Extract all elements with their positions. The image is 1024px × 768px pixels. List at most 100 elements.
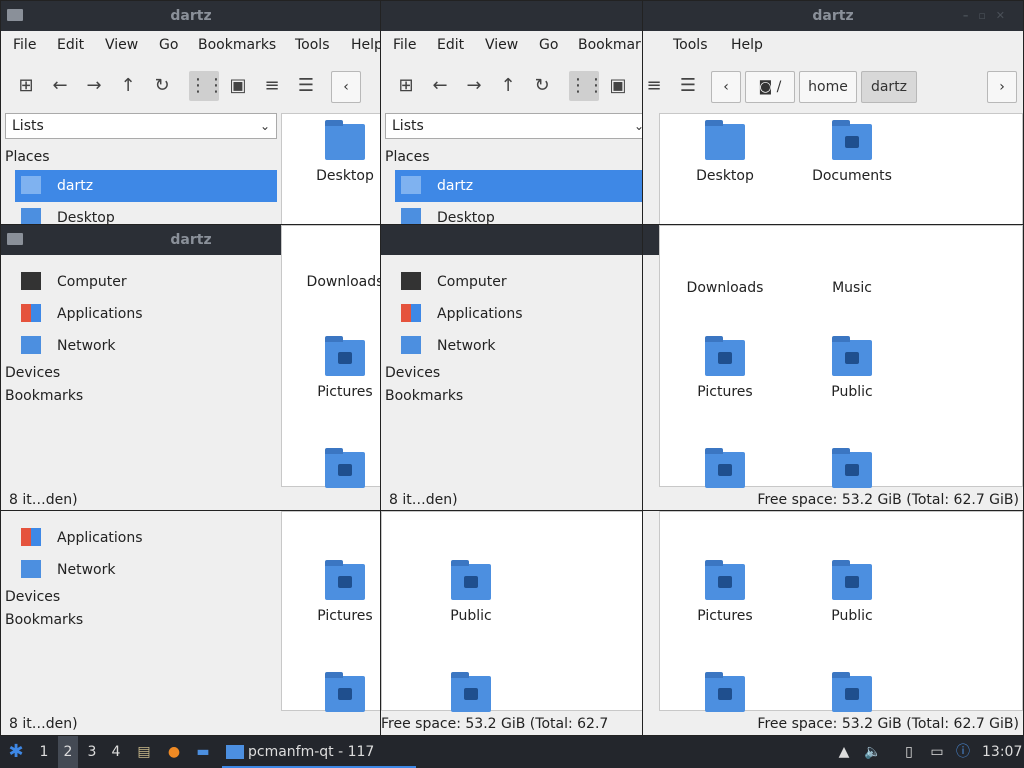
firefox-icon[interactable]: ● (164, 736, 184, 768)
place-applications[interactable]: Applications (15, 522, 277, 554)
menu-help[interactable]: Help (731, 37, 763, 53)
side-pane-mode-select[interactable]: Lists ⌄ (5, 113, 277, 139)
title-bar[interactable]: dartz –▫✕ (643, 1, 1023, 31)
file-view[interactable]: Public (381, 511, 643, 712)
menu-bookmarks[interactable]: Bookmarks (198, 37, 276, 53)
file-pictures[interactable]: Pictures (290, 336, 381, 400)
icon-view-icon[interactable]: ⋮⋮ (189, 71, 225, 101)
file-templates[interactable] (290, 448, 381, 488)
side-pane-mode-select[interactable]: Lists ⌄ (385, 113, 643, 139)
file-view[interactable]: Downloads Pictures (281, 225, 381, 488)
forward-arrow-icon[interactable]: → (459, 71, 489, 101)
path-user-button[interactable]: dartz (861, 71, 917, 103)
reload-icon[interactable]: ↻ (147, 71, 177, 101)
network-tray-icon[interactable]: ▭ (928, 736, 946, 768)
title-bar[interactable] (381, 225, 643, 255)
devices-header: Devices (5, 589, 61, 605)
file-public[interactable]: Public (797, 336, 907, 400)
detailed-view-icon[interactable]: ☰ (673, 71, 703, 101)
menu-bookmarks[interactable]: Bookmarks (578, 37, 643, 53)
file-videos[interactable] (797, 672, 907, 712)
place-network[interactable]: Network (15, 330, 277, 362)
menu-tools[interactable]: Tools (673, 37, 708, 53)
place-label: dartz (437, 178, 474, 194)
path-forward-button[interactable]: › (987, 71, 1017, 103)
file-videos[interactable] (797, 448, 907, 488)
desktop-launcher-icon[interactable]: ▬ (192, 736, 214, 768)
compact-view-icon[interactable]: ≡ (257, 71, 287, 101)
taskbar: ✱ 1 2 3 4 ▤ ● ▬ pcmanfm-qt - 117 win… ▲ … (0, 736, 1024, 768)
menu-tools[interactable]: Tools (295, 37, 330, 53)
new-tab-icon[interactable]: ⊞ (391, 71, 421, 101)
place-dartz[interactable]: dartz (15, 170, 277, 202)
file-music[interactable]: Music (797, 272, 907, 296)
menu-view[interactable]: View (105, 37, 138, 53)
menu-go[interactable]: Go (539, 37, 558, 53)
file-public[interactable]: Public (416, 560, 526, 624)
path-back-button[interactable]: ‹ (331, 71, 361, 103)
update-notifier-icon[interactable]: ⓘ (954, 736, 972, 768)
file-documents[interactable]: Documents (797, 120, 907, 184)
title-bar[interactable] (381, 1, 643, 31)
menu-file[interactable]: File (393, 37, 416, 53)
workspace-4[interactable]: 4 (106, 736, 126, 768)
thumbnail-view-icon[interactable]: ▣ (603, 71, 633, 101)
status-free-space: Free space: 53.2 GiB (Total: 62.7 GiB) (757, 716, 1019, 732)
menu-help[interactable]: Help (351, 37, 381, 53)
clipboard-icon[interactable]: ▯ (900, 736, 918, 768)
place-computer[interactable]: Computer (15, 266, 277, 298)
file-desktop[interactable]: Desktop (290, 120, 381, 184)
menu-file[interactable]: File (13, 37, 36, 53)
workspace-3[interactable]: 3 (82, 736, 102, 768)
file-templates[interactable] (670, 672, 780, 712)
workspace-2[interactable]: 2 (58, 736, 78, 768)
workspace-1[interactable]: 1 (34, 736, 54, 768)
task-button-pcmanfm[interactable]: pcmanfm-qt - 117 win… (222, 736, 416, 768)
forward-arrow-icon[interactable]: → (79, 71, 109, 101)
file-downloads[interactable]: Downloads (290, 266, 381, 290)
tray-arrow-icon[interactable]: ▲ (836, 736, 852, 768)
window-controls[interactable]: –▫✕ (963, 1, 1015, 31)
detailed-view-icon[interactable]: ☰ (291, 71, 321, 101)
menu-edit[interactable]: Edit (57, 37, 84, 53)
file-desktop[interactable]: Desktop (670, 120, 780, 184)
place-label: Computer (57, 274, 127, 290)
menu-go[interactable]: Go (159, 37, 178, 53)
file-view[interactable]: Downloads Music Pictures Public (659, 225, 1023, 488)
start-menu-icon[interactable]: ✱ (6, 736, 26, 768)
back-arrow-icon[interactable]: ← (425, 71, 455, 101)
file-view[interactable]: Pictures (281, 511, 381, 712)
back-arrow-icon[interactable]: ← (45, 71, 75, 101)
clock[interactable]: 13:07 (982, 736, 1022, 768)
path-root-button[interactable]: ◙ / (745, 71, 795, 103)
menu-edit[interactable]: Edit (437, 37, 464, 53)
path-home-button[interactable]: home (799, 71, 857, 103)
place-applications[interactable]: Applications (15, 298, 277, 330)
place-network[interactable]: Network (15, 554, 277, 586)
file-pictures[interactable]: Pictures (290, 560, 381, 624)
volume-icon[interactable]: 🔈 (864, 736, 882, 768)
up-arrow-icon[interactable]: ↑ (113, 71, 143, 101)
file-pictures[interactable]: Pictures (670, 336, 780, 400)
thumbnail-view-icon[interactable]: ▣ (223, 71, 253, 101)
compact-view-icon[interactable]: ≡ (643, 71, 669, 101)
file-manager-launcher-icon[interactable]: ▤ (134, 736, 154, 768)
place-computer[interactable]: Computer (395, 266, 643, 298)
title-bar[interactable]: dartz (1, 1, 381, 31)
file-downloads[interactable]: Downloads (670, 272, 780, 296)
icon-view-icon[interactable]: ⋮⋮ (569, 71, 605, 101)
file-templates[interactable] (670, 448, 780, 488)
new-tab-icon[interactable]: ⊞ (11, 71, 41, 101)
menu-view[interactable]: View (485, 37, 518, 53)
file-templates[interactable] (290, 672, 381, 712)
place-dartz[interactable]: dartz (395, 170, 643, 202)
file-pictures[interactable]: Pictures (670, 560, 780, 624)
path-back-button[interactable]: ‹ (711, 71, 741, 103)
place-network[interactable]: Network (395, 330, 643, 362)
file-public[interactable]: Public (797, 560, 907, 624)
file-videos[interactable] (416, 672, 526, 712)
up-arrow-icon[interactable]: ↑ (493, 71, 523, 101)
reload-icon[interactable]: ↻ (527, 71, 557, 101)
place-applications[interactable]: Applications (395, 298, 643, 330)
file-view[interactable]: Pictures Public (659, 511, 1023, 712)
